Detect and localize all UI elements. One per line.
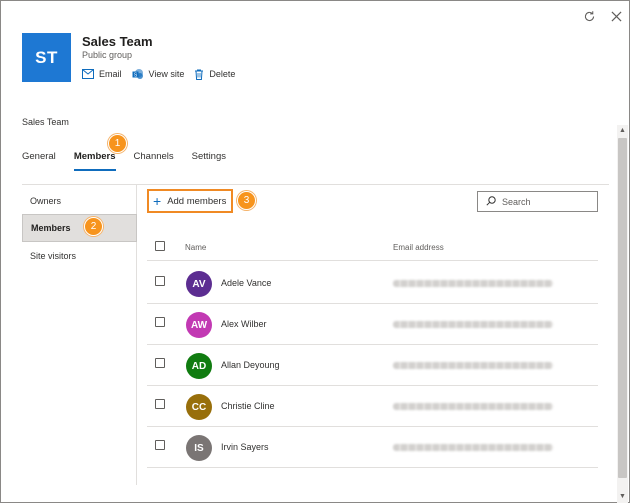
email-action-label: Email <box>99 69 122 79</box>
table-header: Name Email address <box>147 233 598 261</box>
breadcrumb: Sales Team <box>22 117 69 127</box>
table-row[interactable]: CC Christie Cline <box>147 386 598 427</box>
member-type-nav: Owners Members Site visitors <box>22 185 137 485</box>
callout-badge-1: 1 <box>108 134 127 153</box>
avatar: AD <box>186 353 212 379</box>
row-checkbox[interactable] <box>155 358 165 368</box>
group-avatar-tile: ST <box>22 33 71 82</box>
row-checkbox[interactable] <box>155 276 165 286</box>
close-icon[interactable] <box>609 9 623 23</box>
tab-members[interactable]: Members <box>73 151 116 171</box>
view-site-action[interactable]: S View site <box>132 68 185 80</box>
search-input[interactable]: Search <box>477 191 598 212</box>
mail-icon <box>82 69 94 79</box>
tab-general[interactable]: General <box>22 151 56 171</box>
select-all-checkbox[interactable] <box>155 241 165 251</box>
member-name: Adele Vance <box>221 278 272 288</box>
avatar: CC <box>186 394 212 420</box>
plus-icon: + <box>153 193 162 209</box>
tab-bar: General Members Channels Settings <box>22 151 226 171</box>
search-icon <box>486 195 496 208</box>
callout-badge-3: 3 <box>237 191 256 210</box>
table-row[interactable]: AV Adele Vance <box>147 263 598 304</box>
row-checkbox[interactable] <box>155 440 165 450</box>
scrollbar-thumb[interactable] <box>618 138 627 478</box>
add-members-button[interactable]: + Add members <box>147 189 233 213</box>
member-name: Christie Cline <box>221 401 275 411</box>
avatar: IS <box>186 435 212 461</box>
refresh-icon[interactable] <box>582 9 596 23</box>
group-title: Sales Team <box>82 34 153 49</box>
column-header-name[interactable]: Name <box>185 243 206 252</box>
scroll-down-arrow-icon[interactable]: ▼ <box>617 491 628 501</box>
window-controls <box>582 9 623 23</box>
sidebar-item-members[interactable]: Members <box>22 214 137 242</box>
table-row[interactable]: IS Irvin Sayers <box>147 427 598 468</box>
sidebar-item-site-visitors[interactable]: Site visitors <box>22 242 137 270</box>
avatar: AW <box>186 312 212 338</box>
column-header-email[interactable]: Email address <box>393 243 444 252</box>
member-email-redacted <box>393 403 553 410</box>
member-name: Irvin Sayers <box>221 442 269 452</box>
member-name: Alex Wilber <box>221 319 267 329</box>
group-settings-panel: ST Sales Team Public group Email S View … <box>0 0 630 503</box>
group-type-label: Public group <box>82 50 133 60</box>
member-name: Allan Deyoung <box>221 360 280 370</box>
scroll-up-arrow-icon[interactable]: ▲ <box>617 125 628 135</box>
view-site-action-label: View site <box>148 69 185 79</box>
row-checkbox[interactable] <box>155 317 165 327</box>
tab-channels[interactable]: Channels <box>134 151 174 171</box>
table-row[interactable]: AD Allan Deyoung <box>147 345 598 386</box>
row-checkbox[interactable] <box>155 399 165 409</box>
sidebar-item-owners[interactable]: Owners <box>22 187 137 215</box>
tab-settings[interactable]: Settings <box>192 151 226 171</box>
delete-action[interactable]: Delete <box>194 68 235 80</box>
table-row[interactable]: AW Alex Wilber <box>147 304 598 345</box>
delete-action-label: Delete <box>209 69 236 79</box>
member-email-redacted <box>393 280 553 287</box>
add-members-label: Add members <box>167 195 227 207</box>
trash-icon <box>194 69 204 80</box>
member-email-redacted <box>393 444 553 451</box>
search-placeholder: Search <box>502 196 531 207</box>
avatar: AV <box>186 271 212 297</box>
sharepoint-icon: S <box>132 68 144 80</box>
member-email-redacted <box>393 321 553 328</box>
callout-badge-2: 2 <box>84 217 103 236</box>
email-action[interactable]: Email <box>82 68 122 80</box>
group-actions: Email S View site Delete <box>82 68 235 80</box>
member-email-redacted <box>393 362 553 369</box>
